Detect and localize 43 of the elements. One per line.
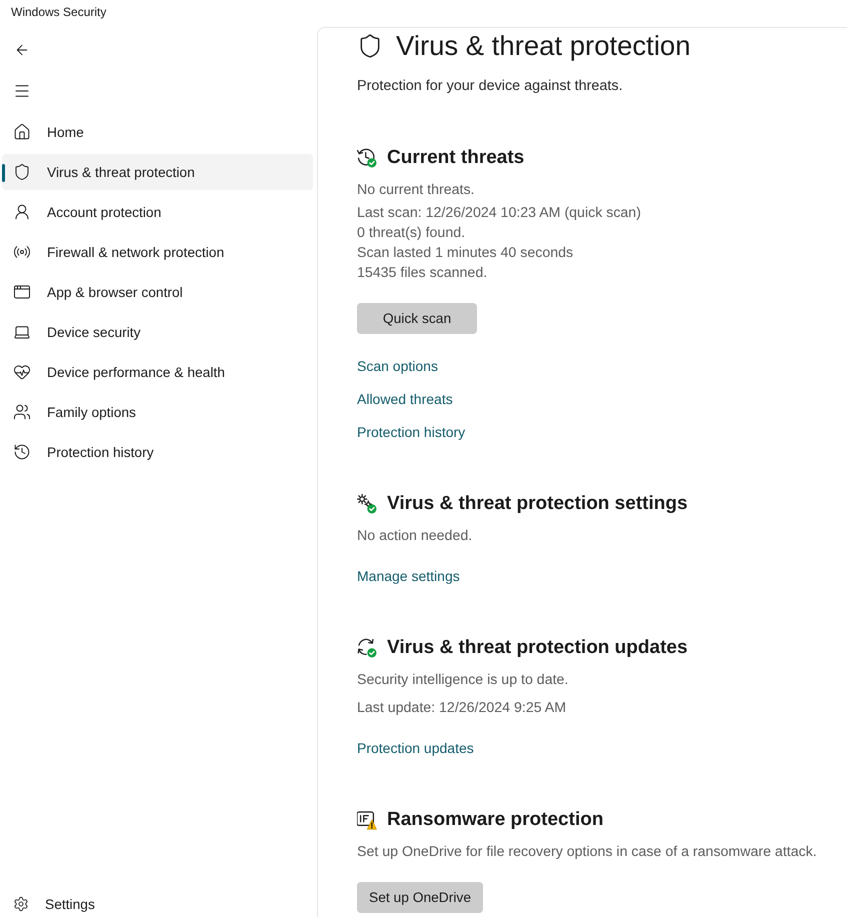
page-subtitle: Protection for your device against threats. <box>357 77 624 96</box>
sidebar-item[interactable]: Protection history <box>2 434 313 470</box>
sidebar-item[interactable]: Device performance & health <box>2 354 313 390</box>
heart-pulse-icon <box>13 363 31 381</box>
shield-icon <box>13 163 31 181</box>
link[interactable]: Allowed threats <box>357 389 453 409</box>
detail-text: 15435 files scanned. <box>357 264 488 283</box>
status-text: No current threats. <box>357 181 474 200</box>
link[interactable]: Protection history <box>357 422 466 442</box>
detail-text: Scan lasted 1 minutes 40 seconds <box>357 244 574 263</box>
settings-icon <box>13 896 29 912</box>
link[interactable]: Protection updates <box>357 738 474 758</box>
link[interactable]: Scan options <box>357 356 438 376</box>
section-title: Current threats <box>387 146 524 170</box>
link[interactable]: Manage settings <box>357 566 460 586</box>
section-title: Virus & threat protection updates <box>387 636 688 660</box>
signal-waves-icon <box>13 243 31 261</box>
sidebar-item[interactable]: Home <box>2 114 313 150</box>
sidebar-item[interactable]: App & browser control <box>2 274 313 310</box>
section-title: Ransomware protection <box>387 808 604 832</box>
home-icon <box>13 123 31 141</box>
sidebar-item[interactable]: Virus & threat protection <box>2 154 313 190</box>
settings-item[interactable]: Settings <box>2 891 313 917</box>
detail-text: 0 threat(s) found. <box>357 224 466 243</box>
person-icon <box>13 203 31 221</box>
status-text: Security intelligence is up to date. <box>357 671 568 690</box>
detail-text: Last scan: 12/26/2024 10:23 AM (quick scan) <box>357 204 641 223</box>
status-text: No action needed. <box>357 527 472 546</box>
status-text: Last update: 12/26/2024 9:25 AM <box>357 699 568 718</box>
action-button[interactable]: Set up OneDrive <box>357 882 483 913</box>
sidebar-item[interactable]: Device security <box>2 314 313 350</box>
sidebar-item[interactable]: Firewall & network protection <box>2 234 313 270</box>
status-text: Set up OneDrive for file recovery options in case of a ransomware attack. <box>357 843 817 862</box>
history-icon <box>13 443 31 461</box>
people-icon <box>13 403 31 421</box>
app-window-icon <box>13 283 31 301</box>
sidebar-item[interactable]: Account protection <box>2 194 313 230</box>
action-button[interactable]: Quick scan <box>357 303 477 334</box>
page-title: Virus & threat protection <box>396 29 691 63</box>
window-title: Windows Security <box>11 4 106 20</box>
sidebar-item[interactable]: Family options <box>2 394 313 430</box>
section-title: Virus & threat protection settings <box>387 492 688 516</box>
selection-indicator <box>2 164 5 182</box>
